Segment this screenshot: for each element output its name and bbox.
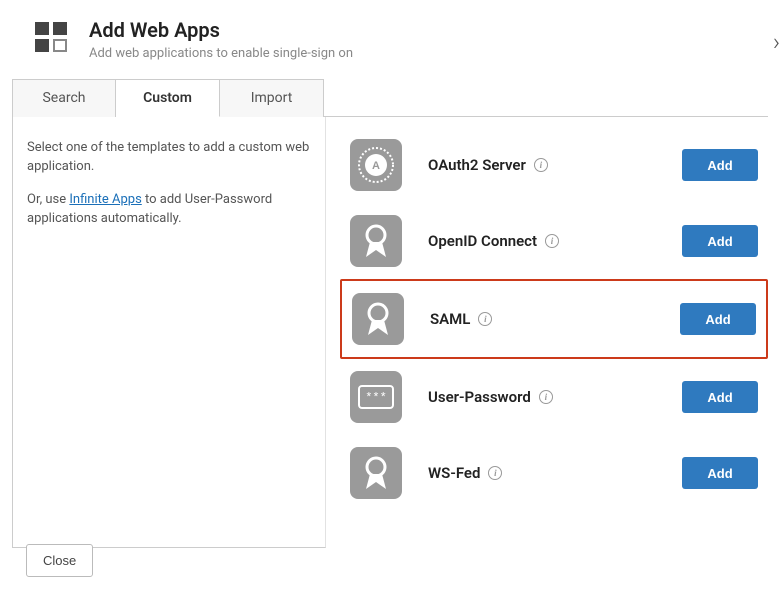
info-icon[interactable]: i [539, 390, 553, 404]
add-web-apps-modal: Add Web Apps Add web applications to ena… [0, 0, 780, 589]
page-title: Add Web Apps [89, 18, 353, 42]
info-icon[interactable]: i [488, 466, 502, 480]
ribbon-icon [352, 293, 404, 345]
modal-footer: Close [0, 532, 119, 589]
add-button-saml[interactable]: Add [680, 303, 756, 335]
side-p2-pre: Or, use [27, 192, 69, 207]
apps-grid-icon [35, 22, 67, 52]
password-icon: *** [350, 371, 402, 423]
side-paragraph-1: Select one of the templates to add a cus… [27, 139, 311, 177]
side-paragraph-2: Or, use Infinite Apps to add User-Passwo… [27, 191, 311, 229]
app-name-oauth2: OAuth2 Server i [428, 156, 548, 174]
infinite-apps-link[interactable]: Infinite Apps [69, 192, 141, 207]
app-label-openid: OpenID Connect [428, 232, 537, 250]
svg-text:***: *** [365, 391, 387, 405]
ribbon-icon [350, 447, 402, 499]
app-name-saml: SAML i [430, 310, 492, 328]
info-icon[interactable]: i [534, 158, 548, 172]
app-label-saml: SAML [430, 310, 470, 328]
close-icon[interactable]: › [769, 24, 780, 60]
oauth2-icon: A [350, 139, 402, 191]
ribbon-icon [350, 215, 402, 267]
app-label-wsfed: WS-Fed [428, 464, 480, 482]
info-icon[interactable]: i [478, 312, 492, 326]
svg-text:A: A [372, 160, 380, 172]
page-subtitle: Add web applications to enable single-si… [89, 46, 353, 61]
close-button[interactable]: Close [26, 544, 93, 577]
add-button-userpw[interactable]: Add [682, 381, 758, 413]
app-list: A OAuth2 Server i Add OpenID Conne [326, 117, 768, 548]
app-label-oauth2: OAuth2 Server [428, 156, 526, 174]
side-panel: Select one of the templates to add a cus… [12, 117, 326, 548]
app-row-saml: SAML i Add [340, 279, 768, 359]
app-name-userpw: User-Password i [428, 388, 553, 406]
add-button-openid[interactable]: Add [682, 225, 758, 257]
app-row-oauth2: A OAuth2 Server i Add [340, 127, 768, 203]
tab-custom[interactable]: Custom [116, 79, 220, 117]
tab-search[interactable]: Search [12, 79, 116, 117]
app-label-userpw: User-Password [428, 388, 531, 406]
app-row-wsfed: WS-Fed i Add [340, 435, 768, 511]
app-row-openid: OpenID Connect i Add [340, 203, 768, 279]
info-icon[interactable]: i [545, 234, 559, 248]
tab-bar: Search Custom Import [12, 79, 780, 117]
app-row-userpw: *** User-Password i Add [340, 359, 768, 435]
modal-body: Select one of the templates to add a cus… [12, 116, 768, 548]
app-name-wsfed: WS-Fed i [428, 464, 502, 482]
tab-import[interactable]: Import [220, 79, 324, 117]
app-name-openid: OpenID Connect i [428, 232, 559, 250]
add-button-wsfed[interactable]: Add [682, 457, 758, 489]
header-text: Add Web Apps Add web applications to ena… [89, 18, 353, 61]
modal-header: Add Web Apps Add web applications to ena… [0, 10, 780, 79]
add-button-oauth2[interactable]: Add [682, 149, 758, 181]
